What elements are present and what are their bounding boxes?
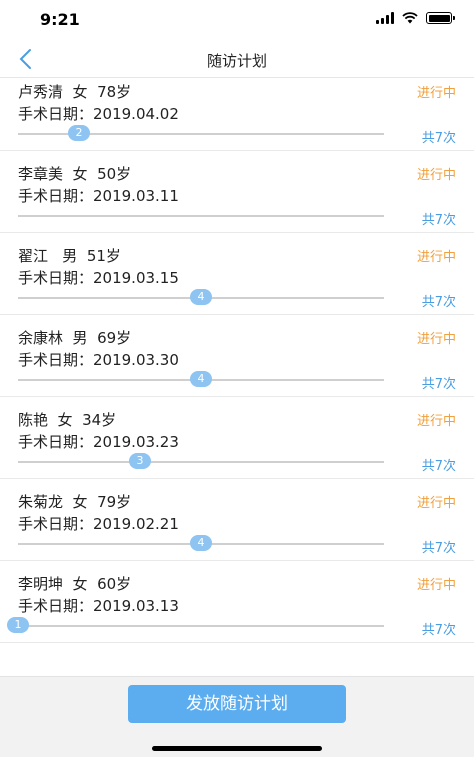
progress-knob: 4 (190, 289, 212, 305)
progress-knob: 1 (7, 617, 29, 633)
status-icons (376, 12, 455, 24)
cellular-signal-icon (376, 12, 394, 24)
status-badge: 进行中 (416, 332, 456, 347)
list-item[interactable]: 余康林 男 69岁手术日期：2019.03.30 进行中共7次 4 (0, 315, 474, 397)
patient-info: 朱菊龙 女 79岁 (18, 493, 132, 511)
home-indicator (152, 746, 322, 751)
total-visits: 共7次 (421, 377, 456, 392)
progress-track: 3 (18, 453, 384, 469)
total-visits: 共7次 (421, 623, 456, 638)
surgery-date: 手术日期：2019.03.23 (18, 433, 179, 451)
total-visits: 共7次 (421, 541, 456, 556)
progress-track: 4 (18, 535, 384, 551)
list-item[interactable]: 陈艳 女 34岁手术日期：2019.03.23 进行中共7次 3 (0, 397, 474, 479)
surgery-date: 手术日期：2019.03.30 (18, 351, 179, 369)
progress-track (18, 215, 384, 217)
wifi-icon (402, 12, 418, 24)
list-item[interactable]: 李明坤 女 60岁手术日期：2019.03.13 进行中共7次 1 (0, 561, 474, 643)
surgery-date: 手术日期：2019.02.21 (18, 515, 179, 533)
issue-plan-button[interactable]: 发放随访计划 (128, 685, 346, 723)
total-visits: 共7次 (421, 295, 456, 310)
status-bar: 9:21 (0, 0, 474, 40)
progress-knob: 2 (68, 125, 90, 141)
progress-track: 4 (18, 289, 384, 305)
patient-info: 卢秀清 女 78岁 (18, 83, 132, 101)
progress-knob: 3 (129, 453, 151, 469)
total-visits: 共7次 (421, 131, 456, 146)
patient-info: 李章美 女 50岁 (18, 165, 132, 183)
surgery-date: 手术日期：2019.03.11 (18, 187, 179, 205)
status-badge: 进行中 (416, 86, 456, 101)
progress-knob: 4 (190, 535, 212, 551)
list-item[interactable]: 卢秀清 女 78岁手术日期：2019.04.02 进行中共7次 2 (0, 78, 474, 151)
surgery-date: 手术日期：2019.03.13 (18, 597, 179, 615)
status-badge: 进行中 (416, 414, 456, 429)
list-item[interactable]: 李章美 女 50岁手术日期：2019.03.11 进行中共7次 (0, 151, 474, 233)
battery-icon (426, 12, 455, 24)
patient-info: 翟江 男 51岁 (18, 247, 121, 265)
progress-track: 4 (18, 371, 384, 387)
nav-bar: 随访计划 (0, 40, 474, 78)
status-badge: 进行中 (416, 168, 456, 183)
patient-info: 陈艳 女 34岁 (18, 411, 117, 429)
status-time: 9:21 (40, 10, 80, 29)
patient-info: 李明坤 女 60岁 (18, 575, 132, 593)
followup-list[interactable]: 进行中共7次4卢秀清 女 78岁手术日期：2019.04.02进行中共7次2李章… (0, 78, 474, 676)
total-visits: 共7次 (421, 213, 456, 228)
progress-track: 1 (7, 617, 384, 633)
list-item[interactable]: 朱菊龙 女 79岁手术日期：2019.02.21 进行中共7次 4 (0, 479, 474, 561)
progress-knob: 4 (190, 371, 212, 387)
list-item[interactable]: 翟江 男 51岁手术日期：2019.03.15 进行中共7次 4 (0, 233, 474, 315)
surgery-date: 手术日期：2019.04.02 (18, 105, 179, 123)
status-badge: 进行中 (416, 496, 456, 511)
progress-track: 2 (18, 125, 384, 141)
total-visits: 共7次 (421, 459, 456, 474)
surgery-date: 手术日期：2019.03.15 (18, 269, 179, 287)
patient-info: 余康林 男 69岁 (18, 329, 132, 347)
status-badge: 进行中 (416, 578, 456, 593)
footer-bar: 发放随访计划 (0, 676, 474, 757)
page-title: 随访计划 (206, 52, 267, 70)
status-badge: 进行中 (416, 250, 456, 265)
